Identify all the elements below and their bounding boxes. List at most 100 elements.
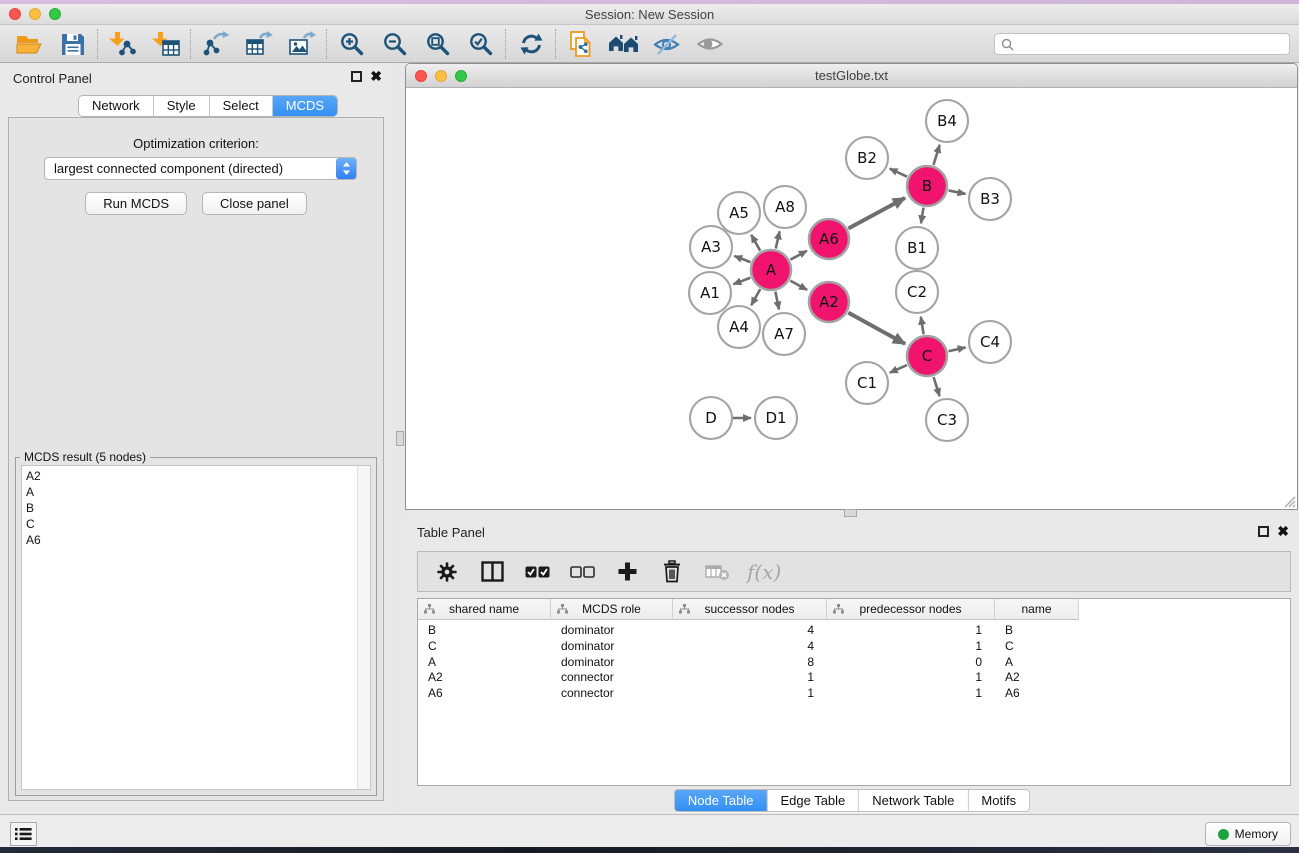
resize-grip-icon[interactable] xyxy=(1282,494,1296,508)
graph-edge-A-A2[interactable] xyxy=(790,281,807,290)
network-canvas[interactable]: AA1A2A3A4A5A6A7A8BB1B2B3B4CC1C2C3C4DD1 xyxy=(406,89,1297,509)
graph-edge-B-B2[interactable] xyxy=(890,169,907,177)
table-row[interactable]: Cdominator41C xyxy=(418,638,1079,654)
table-settings-button[interactable] xyxy=(432,557,462,587)
close-panel-button[interactable]: Close panel xyxy=(202,192,307,215)
zoom-fit-button[interactable] xyxy=(416,28,459,60)
delete-table-button[interactable] xyxy=(702,557,732,587)
hierarchy-icon xyxy=(557,604,568,614)
tab-motifs[interactable]: Motifs xyxy=(968,790,1029,811)
graph-edge-A-A8[interactable] xyxy=(776,231,780,248)
show-graphics-button[interactable] xyxy=(688,28,731,60)
mcds-result-item[interactable]: C xyxy=(26,516,354,532)
graph-edge-A-A5[interactable] xyxy=(751,235,760,251)
mcds-result-item[interactable]: B xyxy=(26,500,354,516)
tab-network-table[interactable]: Network Table xyxy=(859,790,968,811)
add-column-button[interactable] xyxy=(612,557,642,587)
tab-node-table[interactable]: Node Table xyxy=(675,790,768,811)
graph-node-label: A6 xyxy=(819,230,839,248)
close-panel-icon[interactable]: ✖ xyxy=(370,71,382,82)
tab-network[interactable]: Network xyxy=(79,96,154,116)
list-scrollbar[interactable] xyxy=(357,466,370,789)
main-titlebar: Session: New Session xyxy=(0,4,1299,25)
run-mcds-button[interactable]: Run MCDS xyxy=(85,192,187,215)
tab-style[interactable]: Style xyxy=(154,96,210,116)
zoom-selected-button[interactable] xyxy=(459,28,502,60)
horizontal-splitter-handle[interactable] xyxy=(844,509,857,517)
graph-edge-B-B4[interactable] xyxy=(933,145,939,165)
graph-edge-A-A3[interactable] xyxy=(734,256,750,262)
export-network-button[interactable] xyxy=(194,28,237,60)
graph-edge-A-A7[interactable] xyxy=(775,292,779,310)
table-cell: 8 xyxy=(673,654,827,670)
zoom-out-button[interactable] xyxy=(373,28,416,60)
table-row[interactable]: Adominator80A xyxy=(418,654,1079,670)
import-table-button[interactable] xyxy=(144,28,187,60)
open-session-button[interactable] xyxy=(8,28,51,60)
graph-edge-A2-C[interactable] xyxy=(848,313,905,344)
graph-edge-C-C3[interactable] xyxy=(934,377,940,396)
network-overview-icon xyxy=(608,32,640,56)
table-cell: B xyxy=(418,622,551,638)
select-all-columns-button[interactable] xyxy=(522,557,552,587)
table-cell: A2 xyxy=(995,669,1079,685)
network-overview-button[interactable] xyxy=(602,28,645,60)
search-input[interactable] xyxy=(1018,37,1283,51)
graph-node-label: B xyxy=(922,177,932,195)
graph-edge-A-A1[interactable] xyxy=(733,278,750,284)
function-builder-button[interactable]: f(x) xyxy=(747,560,781,584)
float-panel-icon[interactable] xyxy=(351,71,362,82)
session-title: Session: New Session xyxy=(0,7,1299,22)
zoom-in-button[interactable] xyxy=(330,28,373,60)
control-panel: Control Panel ✖ Network Style Select MCD… xyxy=(0,63,392,814)
tab-mcds[interactable]: MCDS xyxy=(273,96,337,116)
memory-button[interactable]: Memory xyxy=(1205,822,1291,846)
graph-edge-B-B3[interactable] xyxy=(949,190,966,194)
hide-panels-button[interactable] xyxy=(645,28,688,60)
table-row[interactable]: A2connector11A2 xyxy=(418,669,1079,685)
mcds-result-legend: MCDS result (5 nodes) xyxy=(20,450,150,464)
graph-node-label: D xyxy=(705,409,717,427)
tab-edge-table[interactable]: Edge Table xyxy=(767,790,859,811)
search-box[interactable] xyxy=(994,33,1290,55)
delete-table-icon xyxy=(705,563,730,581)
table-row[interactable]: A6connector11A6 xyxy=(418,685,1079,701)
delete-column-button[interactable] xyxy=(657,557,687,587)
vertical-splitter-handle[interactable] xyxy=(396,431,404,446)
refresh-button[interactable] xyxy=(509,28,552,60)
network-window-titlebar[interactable]: testGlobe.txt xyxy=(406,64,1297,88)
column-header-shared-name[interactable]: shared name xyxy=(418,599,551,620)
graph-edge-C-C4[interactable] xyxy=(948,347,965,351)
table-cell: dominator xyxy=(551,638,673,654)
graph-edge-B-B1[interactable] xyxy=(921,208,924,224)
table-panel-tabs: Node Table Edge Table Network Table Moti… xyxy=(674,789,1030,812)
table-row[interactable]: Bdominator41B xyxy=(418,622,1079,638)
export-table-button[interactable] xyxy=(237,28,280,60)
mcds-result-listbox[interactable]: A2ABCA6 xyxy=(21,465,371,790)
save-session-button[interactable] xyxy=(51,28,94,60)
mcds-result-item[interactable]: A6 xyxy=(26,532,354,548)
optimization-criterion-select[interactable]: largest connected component (directed) xyxy=(44,157,357,180)
graph-edge-C-C2[interactable] xyxy=(921,317,924,335)
clone-network-button[interactable] xyxy=(559,28,602,60)
tab-select[interactable]: Select xyxy=(210,96,273,116)
graph-edge-A6-B[interactable] xyxy=(848,198,905,229)
column-header-predecessor-nodes[interactable]: predecessor nodes xyxy=(827,599,995,620)
column-header-MCDS-role[interactable]: MCDS role xyxy=(551,599,673,620)
import-network-button[interactable] xyxy=(101,28,144,60)
graph-edge-A-A4[interactable] xyxy=(751,289,760,305)
column-layout-button[interactable] xyxy=(477,557,507,587)
table-float-panel-icon[interactable] xyxy=(1258,526,1269,537)
column-header-successor-nodes[interactable]: successor nodes xyxy=(673,599,827,620)
export-image-button[interactable] xyxy=(280,28,323,60)
columns-icon xyxy=(481,561,504,582)
mcds-result-item[interactable]: A2 xyxy=(26,468,354,484)
graph-edge-A-A6[interactable] xyxy=(790,251,807,260)
export-network-icon xyxy=(202,31,230,57)
task-history-button[interactable] xyxy=(10,822,37,846)
mcds-result-item[interactable]: A xyxy=(26,484,354,500)
deselect-all-columns-button[interactable] xyxy=(567,557,597,587)
table-close-panel-icon[interactable]: ✖ xyxy=(1277,526,1289,537)
column-header-name[interactable]: name xyxy=(995,599,1079,620)
graph-edge-C-C1[interactable] xyxy=(890,365,907,373)
